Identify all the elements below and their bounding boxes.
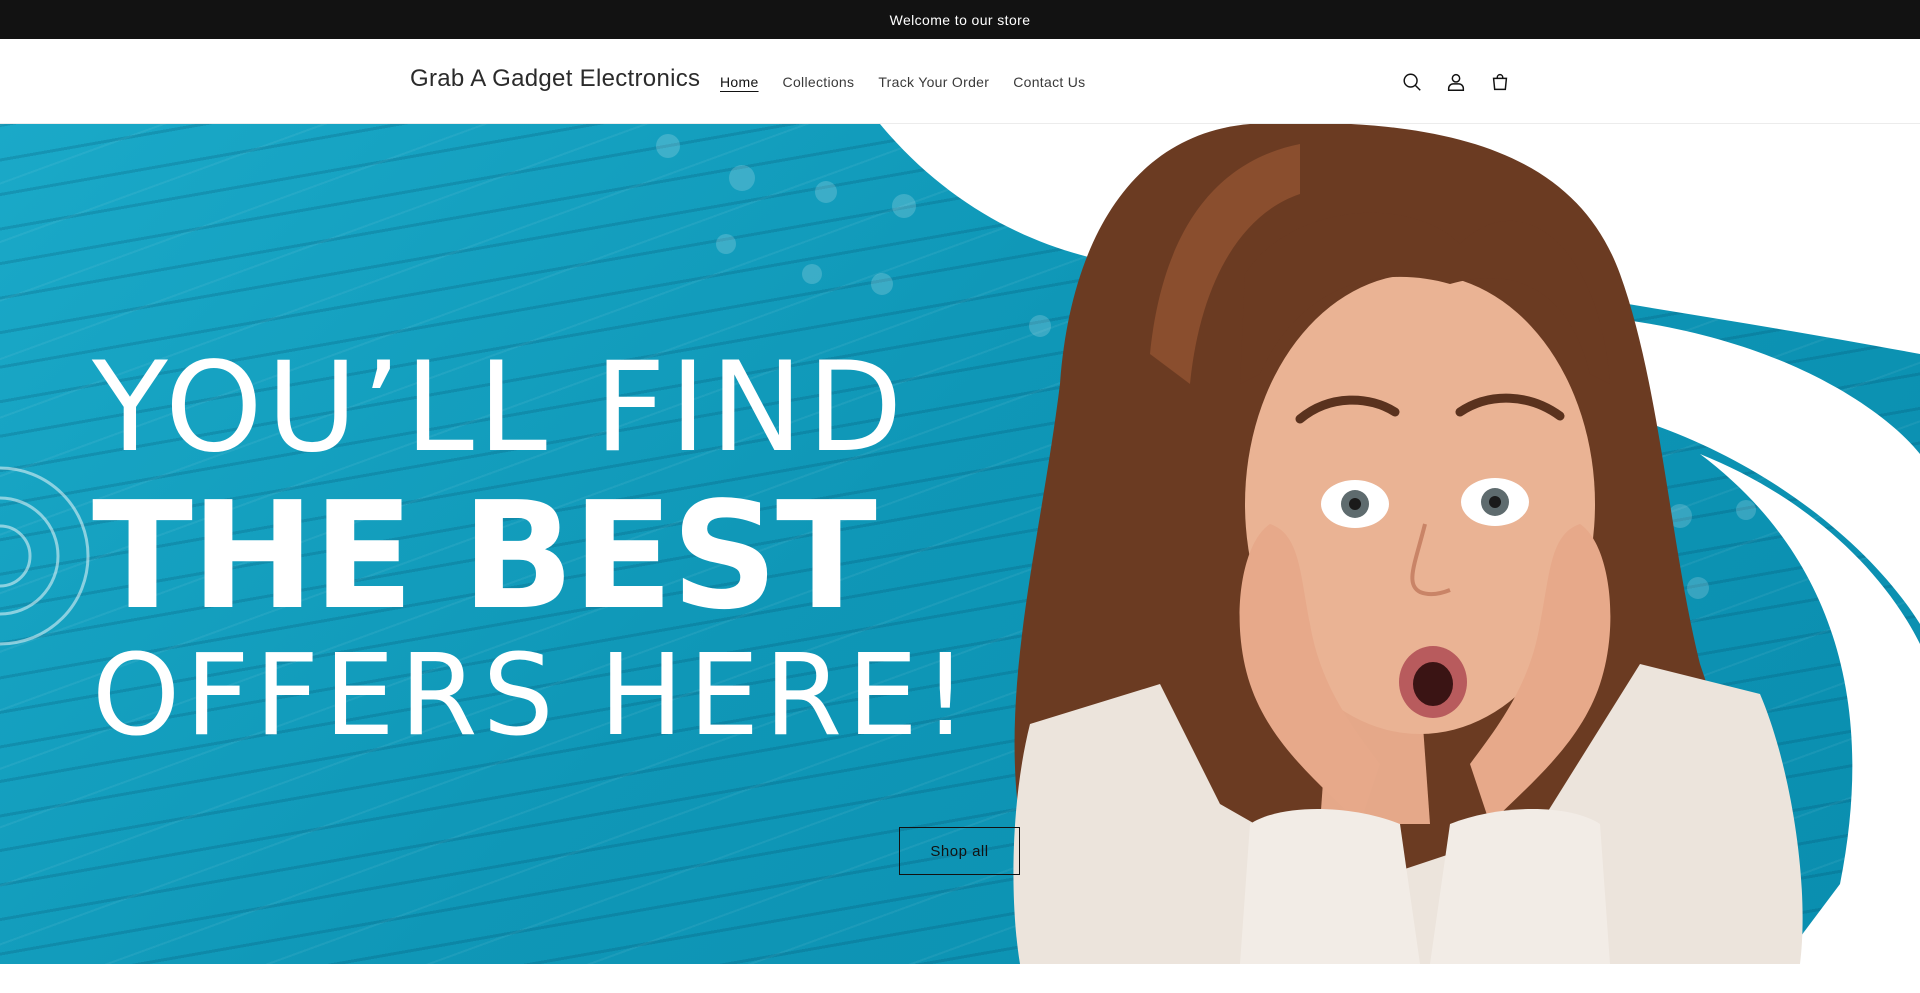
nav-contact-us[interactable]: Contact Us	[1013, 74, 1085, 90]
hero-headline-line2: THE BEST	[92, 470, 877, 642]
cart-icon	[1492, 73, 1508, 90]
header-icons	[1390, 39, 1522, 124]
hero-headline-line1: YOU’LL FIND	[92, 336, 907, 480]
nav-home[interactable]: Home	[720, 74, 759, 90]
announcement-text: Welcome to our store	[889, 11, 1031, 28]
site-header: Grab A Gadget Electronics Home Collectio…	[0, 39, 1920, 124]
store-logo[interactable]: Grab A Gadget Electronics	[410, 65, 700, 93]
nav-collections[interactable]: Collections	[783, 74, 855, 90]
nav-track-order[interactable]: Track Your Order	[878, 74, 989, 90]
hero-headline-line3: OFFERS HERE!	[92, 631, 973, 761]
announcement-bar: Welcome to our store	[0, 0, 1920, 39]
main-nav: Home Collections Track Your Order Contac…	[720, 39, 1109, 124]
account-button[interactable]	[1434, 60, 1478, 104]
search-button[interactable]	[1390, 60, 1434, 104]
search-icon	[1403, 72, 1421, 91]
account-icon	[1447, 73, 1465, 91]
hero-headline: YOU’LL FIND THE BEST OFFERS HERE!	[92, 346, 973, 752]
shop-all-button[interactable]: Shop all	[899, 827, 1020, 875]
cart-button[interactable]	[1478, 60, 1522, 104]
